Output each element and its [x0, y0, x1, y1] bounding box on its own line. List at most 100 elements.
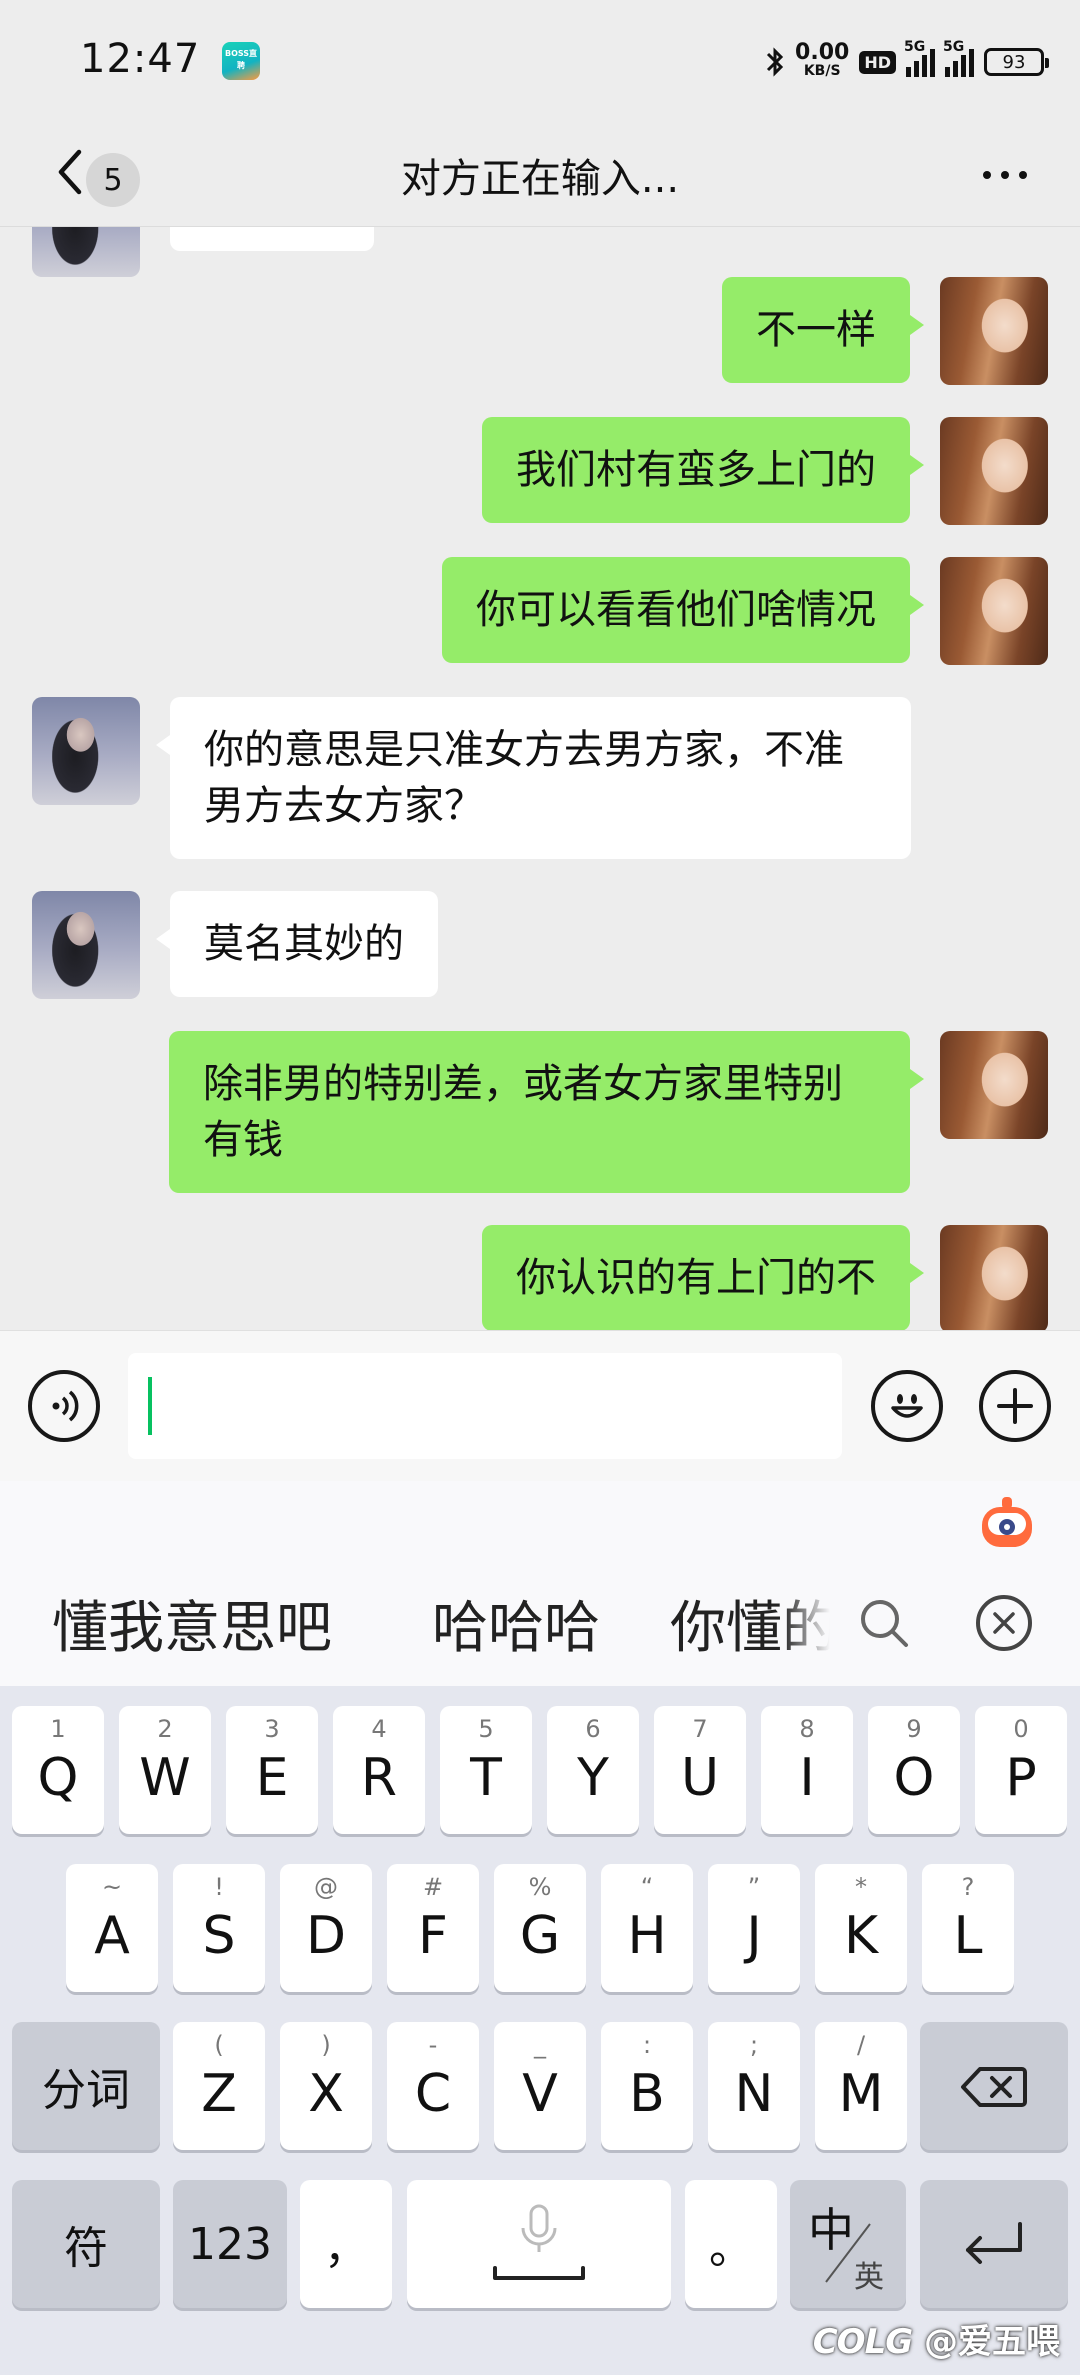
key-hint: _ — [534, 2031, 546, 2059]
key-hint: ; — [749, 2031, 759, 2059]
boss-app-notification-icon: BOSS直聘 — [222, 42, 260, 80]
key-v[interactable]: _ V — [494, 2022, 586, 2150]
comma-key[interactable]: ， — [300, 2180, 392, 2308]
message-list[interactable]: 不一样 我们村有蛮多上门的 你可以看看他们啥情况 你的意思是只准女方去男方家，不… — [0, 227, 1080, 1330]
key-s[interactable]: ! S — [173, 1864, 265, 1992]
key-hint: 5 — [478, 1715, 494, 1743]
candidate-word[interactable]: 懂我意思吧 — [52, 1583, 332, 1664]
key-u[interactable]: 7U — [654, 1706, 746, 1834]
candidate-word[interactable]: 你懂的 — [670, 1583, 830, 1664]
key-label: S — [202, 1906, 236, 1966]
contact-avatar[interactable] — [32, 891, 140, 999]
network-speed-value: 0.00 — [795, 40, 850, 65]
voice-input-button[interactable] — [28, 1370, 100, 1442]
space-key[interactable] — [407, 2180, 671, 2308]
key-label: 符 — [64, 2223, 108, 2274]
key-label: F — [418, 1906, 448, 1966]
key-label: O — [893, 1748, 935, 1808]
key-q[interactable]: 1Q — [12, 1706, 104, 1834]
key-label: Z — [201, 2064, 237, 2124]
message-bubble[interactable]: 你认识的有上门的不 — [482, 1225, 924, 1330]
key-hint: / — [856, 2031, 866, 2059]
message-bubble[interactable]: 你的意思是只准女方去男方家，不准男方去女方家？ — [156, 697, 911, 859]
key-label: A — [94, 1906, 130, 1966]
key-e[interactable]: 3E — [226, 1706, 318, 1834]
period-key[interactable]: 。 — [685, 2180, 777, 2308]
key-label: U — [680, 1748, 720, 1808]
key-t[interactable]: 5T — [440, 1706, 532, 1834]
key-hint: 7 — [692, 1715, 708, 1743]
more-functions-button[interactable] — [979, 1370, 1051, 1442]
key-x[interactable]: ) X — [280, 2022, 372, 2150]
my-avatar[interactable] — [940, 1225, 1048, 1330]
key-a[interactable]: ~ A — [66, 1864, 158, 1992]
key-b[interactable]: :B — [601, 2022, 693, 2150]
my-avatar[interactable] — [940, 557, 1048, 665]
smiley-icon — [891, 1394, 923, 1418]
segment-key[interactable]: 分词 — [12, 2022, 160, 2150]
enter-key[interactable] — [920, 2180, 1068, 2308]
close-keyboard-toolbar-button[interactable] — [976, 1595, 1032, 1651]
message-bubble-clipped[interactable] — [170, 227, 374, 251]
key-hint: % — [528, 1873, 552, 1901]
key-label: M — [838, 2064, 884, 2124]
message-bubble[interactable]: 莫名其妙的 — [156, 891, 438, 997]
watermark: COLG @爱五喂 — [813, 2314, 1060, 2363]
message-bubble[interactable]: 不一样 — [722, 277, 924, 383]
key-f[interactable]: # F — [387, 1864, 479, 1992]
key-n[interactable]: ; N — [708, 2022, 800, 2150]
key-z[interactable]: (Z — [173, 2022, 265, 2150]
symbol-key[interactable]: 符 — [12, 2180, 160, 2308]
key-g[interactable]: % G — [494, 1864, 586, 1992]
key-y[interactable]: 6Y — [547, 1706, 639, 1834]
key-r[interactable]: 4R — [333, 1706, 425, 1834]
key-m[interactable]: / M — [815, 2022, 907, 2150]
language-switch-key[interactable]: 中 英 — [790, 2180, 906, 2308]
message-bubble[interactable]: 你可以看看他们啥情况 — [442, 557, 924, 663]
message-input[interactable] — [128, 1353, 842, 1459]
emoji-button[interactable] — [871, 1370, 943, 1442]
contact-avatar[interactable] — [32, 697, 140, 805]
key-hint: @ — [314, 1873, 338, 1901]
message-bubble[interactable]: 除非男的特别差，或者女方家里特别有钱 — [169, 1031, 924, 1193]
key-c[interactable]: -C — [387, 2022, 479, 2150]
keyboard-assistant-icon[interactable] — [978, 1493, 1036, 1555]
key-j[interactable]: ” J — [708, 1864, 800, 1992]
search-icon[interactable] — [858, 1597, 910, 1649]
candidate-word[interactable]: 哈哈哈 — [432, 1583, 600, 1664]
my-avatar[interactable] — [940, 417, 1048, 525]
number-key[interactable]: 123 — [173, 2180, 287, 2308]
key-h[interactable]: “H — [601, 1864, 693, 1992]
key-w[interactable]: 2W — [119, 1706, 211, 1834]
key-k[interactable]: * K — [815, 1864, 907, 1992]
backspace-icon — [961, 2067, 1027, 2107]
key-p[interactable]: 0P — [975, 1706, 1067, 1834]
key-i[interactable]: 8I — [761, 1706, 853, 1834]
message-bubble[interactable]: 我们村有蛮多上门的 — [482, 417, 924, 523]
key-label: D — [305, 1906, 347, 1966]
sim1-label: 5G — [904, 39, 926, 55]
hd-voice-icon: HD — [859, 50, 896, 74]
contact-avatar[interactable] — [32, 227, 140, 277]
key-label: I — [799, 1748, 815, 1808]
my-avatar[interactable] — [940, 1031, 1048, 1139]
microphone-icon — [493, 2204, 585, 2280]
my-avatar[interactable] — [940, 277, 1048, 385]
key-hint: ? — [961, 1873, 975, 1901]
plus-icon — [997, 1388, 1033, 1424]
watermark-logo: COLG — [812, 2322, 913, 2362]
key-label: W — [139, 1748, 191, 1808]
key-d[interactable]: @ D — [280, 1864, 372, 1992]
key-hint: # — [422, 1873, 444, 1901]
key-hint: ~ — [101, 1873, 123, 1901]
key-label: 分词 — [42, 2065, 130, 2116]
key-o[interactable]: 9O — [868, 1706, 960, 1834]
backspace-key[interactable] — [920, 2022, 1068, 2150]
key-l[interactable]: ? L — [922, 1864, 1014, 1992]
key-label: ， — [324, 2223, 368, 2274]
key-hint: 0 — [1013, 1715, 1029, 1743]
key-label: K — [843, 1906, 879, 1966]
more-options-button[interactable] — [970, 150, 1040, 200]
bluetooth-icon — [766, 47, 784, 77]
key-hint: ” — [747, 1873, 761, 1901]
